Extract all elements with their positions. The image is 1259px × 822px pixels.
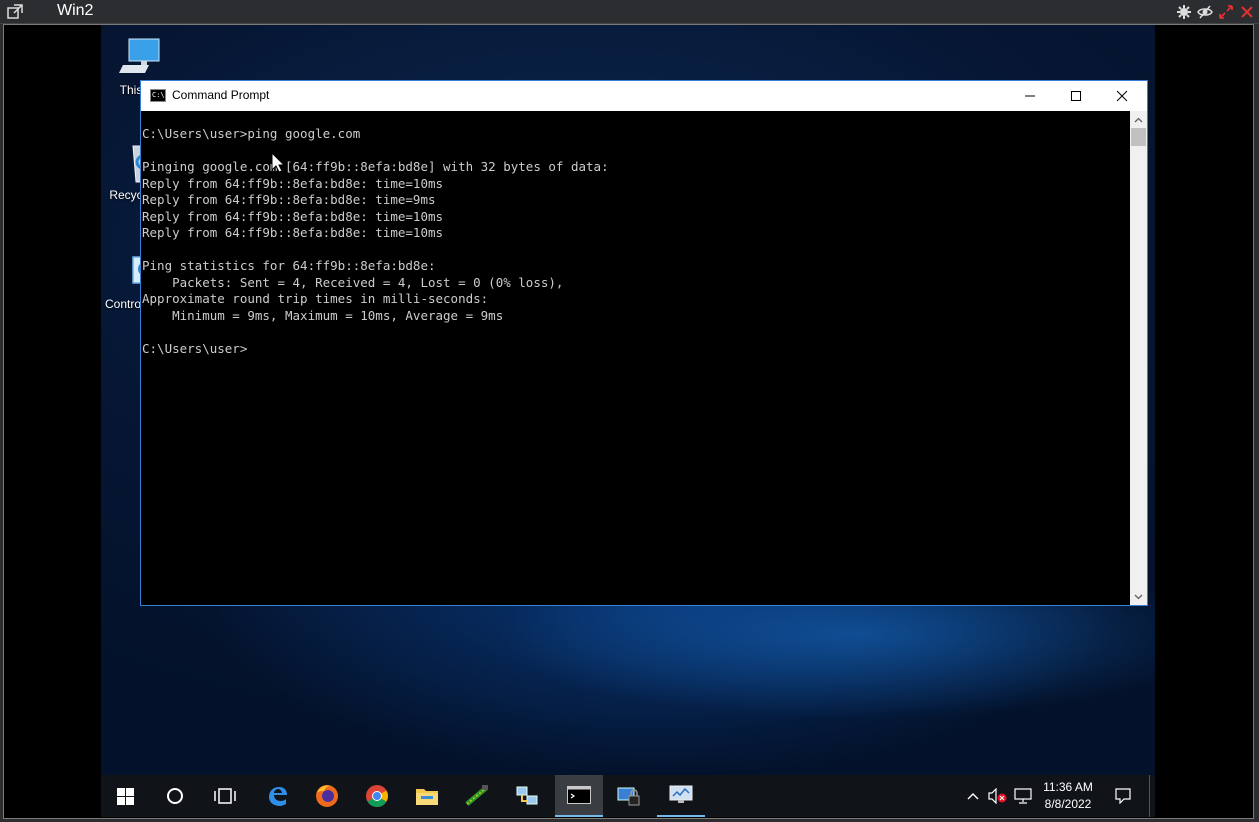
close-button[interactable]: [1099, 81, 1145, 111]
network-cable-button[interactable]: [453, 775, 501, 817]
hide-icon[interactable]: [1196, 4, 1213, 21]
popout-icon[interactable]: [6, 3, 24, 21]
console-line: Reply from 64:ff9b::8efa:bd8e: time=10ms: [142, 225, 444, 240]
scroll-up-button[interactable]: [1130, 111, 1147, 128]
monitor-app-button[interactable]: [657, 775, 705, 817]
console-line: Reply from 64:ff9b::8efa:bd8e: time=10ms: [142, 175, 444, 191]
chrome-icon: [366, 785, 388, 807]
console-line: Minimum = 9ms, Maximum = 10ms, Average =…: [142, 307, 504, 323]
maximize-icon: [1071, 91, 1081, 101]
chevron-up-icon: [1134, 117, 1143, 122]
viewer-toolbar: Win2: [0, 0, 1259, 24]
title-bar[interactable]: C:\ Command Prompt: [141, 81, 1147, 111]
windows-icon: [116, 787, 134, 805]
start-button[interactable]: [101, 775, 149, 817]
console-line: Ping statistics for 64:ff9b::8efa:bd8e:: [142, 258, 436, 273]
network-status-button[interactable]: [1011, 775, 1035, 817]
chevron-up-icon: [967, 793, 979, 800]
search-button[interactable]: [151, 775, 199, 817]
close-icon[interactable]: [1238, 4, 1255, 21]
folder-icon: [416, 789, 438, 805]
firefox-button[interactable]: [303, 775, 351, 817]
console-line: Packets: Sent = 4, Received = 4, Lost = …: [142, 274, 564, 290]
minimize-icon: [1025, 95, 1035, 97]
firefox-icon: [316, 785, 338, 807]
action-center-button[interactable]: [1109, 775, 1137, 817]
chevron-down-icon: [1134, 594, 1143, 599]
clock-date: 8/8/2022: [1044, 797, 1092, 811]
network-icon: [1014, 788, 1032, 804]
clock[interactable]: 11:36 AM 8/8/2022: [1035, 779, 1101, 813]
minimize-button[interactable]: [1007, 81, 1053, 111]
mouse-pointer-icon: [271, 152, 285, 173]
chrome-button[interactable]: [353, 775, 401, 817]
cmd-icon: C:\: [150, 89, 166, 102]
security-app-button[interactable]: [605, 775, 653, 817]
maximize-button[interactable]: [1053, 81, 1099, 111]
console-line: Reply from 64:ff9b::8efa:bd8e: time=10ms: [142, 208, 444, 224]
file-explorer-button[interactable]: [403, 775, 451, 817]
this-pc-icon: [119, 38, 160, 73]
command-prompt-window[interactable]: C:\ Command Prompt C:\Users\user>ping go…: [140, 80, 1148, 606]
viewer-title: Win2: [57, 2, 94, 19]
cortana-circle-icon: [167, 788, 183, 804]
window-title: Command Prompt: [172, 88, 270, 102]
console-line: C:\Users\user>ping google.com: [142, 126, 361, 141]
volume-button[interactable]: [987, 775, 1009, 817]
fullscreen-icon[interactable]: [1217, 4, 1234, 21]
console-line: Pinging google.com [64:ff9b::8efa:bd8e] …: [142, 159, 609, 174]
cable-icon: [465, 785, 488, 806]
action-center-icon: [1115, 788, 1131, 804]
monitor-icon: [669, 785, 693, 803]
console-line: Approximate round trip times in milli-se…: [142, 291, 489, 306]
clock-time: 11:36 AM: [1043, 780, 1093, 794]
task-view-button[interactable]: [201, 775, 249, 817]
edge-button[interactable]: [253, 775, 301, 817]
lock-computer-icon: [617, 787, 640, 806]
network-button[interactable]: [503, 775, 551, 817]
scroll-thumb[interactable]: [1131, 128, 1146, 146]
cmd-icon: [567, 786, 591, 804]
volume-muted-icon: [988, 788, 1007, 804]
show-desktop-button[interactable]: [1149, 775, 1153, 817]
network-computers-icon: [516, 786, 538, 805]
task-view-icon: [214, 788, 236, 804]
settings-icon[interactable]: [1175, 4, 1192, 21]
show-hidden-icons-button[interactable]: [963, 775, 983, 817]
console-line: C:\Users\user>: [142, 340, 248, 356]
close-icon: [1116, 90, 1128, 102]
scroll-down-button[interactable]: [1130, 588, 1147, 605]
console-output[interactable]: C:\Users\user>ping google.com Pinging go…: [141, 111, 1130, 605]
vertical-scrollbar[interactable]: [1130, 111, 1147, 605]
edge-icon: [269, 787, 287, 806]
command-prompt-button[interactable]: [555, 775, 603, 817]
taskbar: 11:36 AM 8/8/2022: [101, 775, 1155, 817]
console-line: Reply from 64:ff9b::8efa:bd8e: time=9ms: [142, 192, 436, 207]
